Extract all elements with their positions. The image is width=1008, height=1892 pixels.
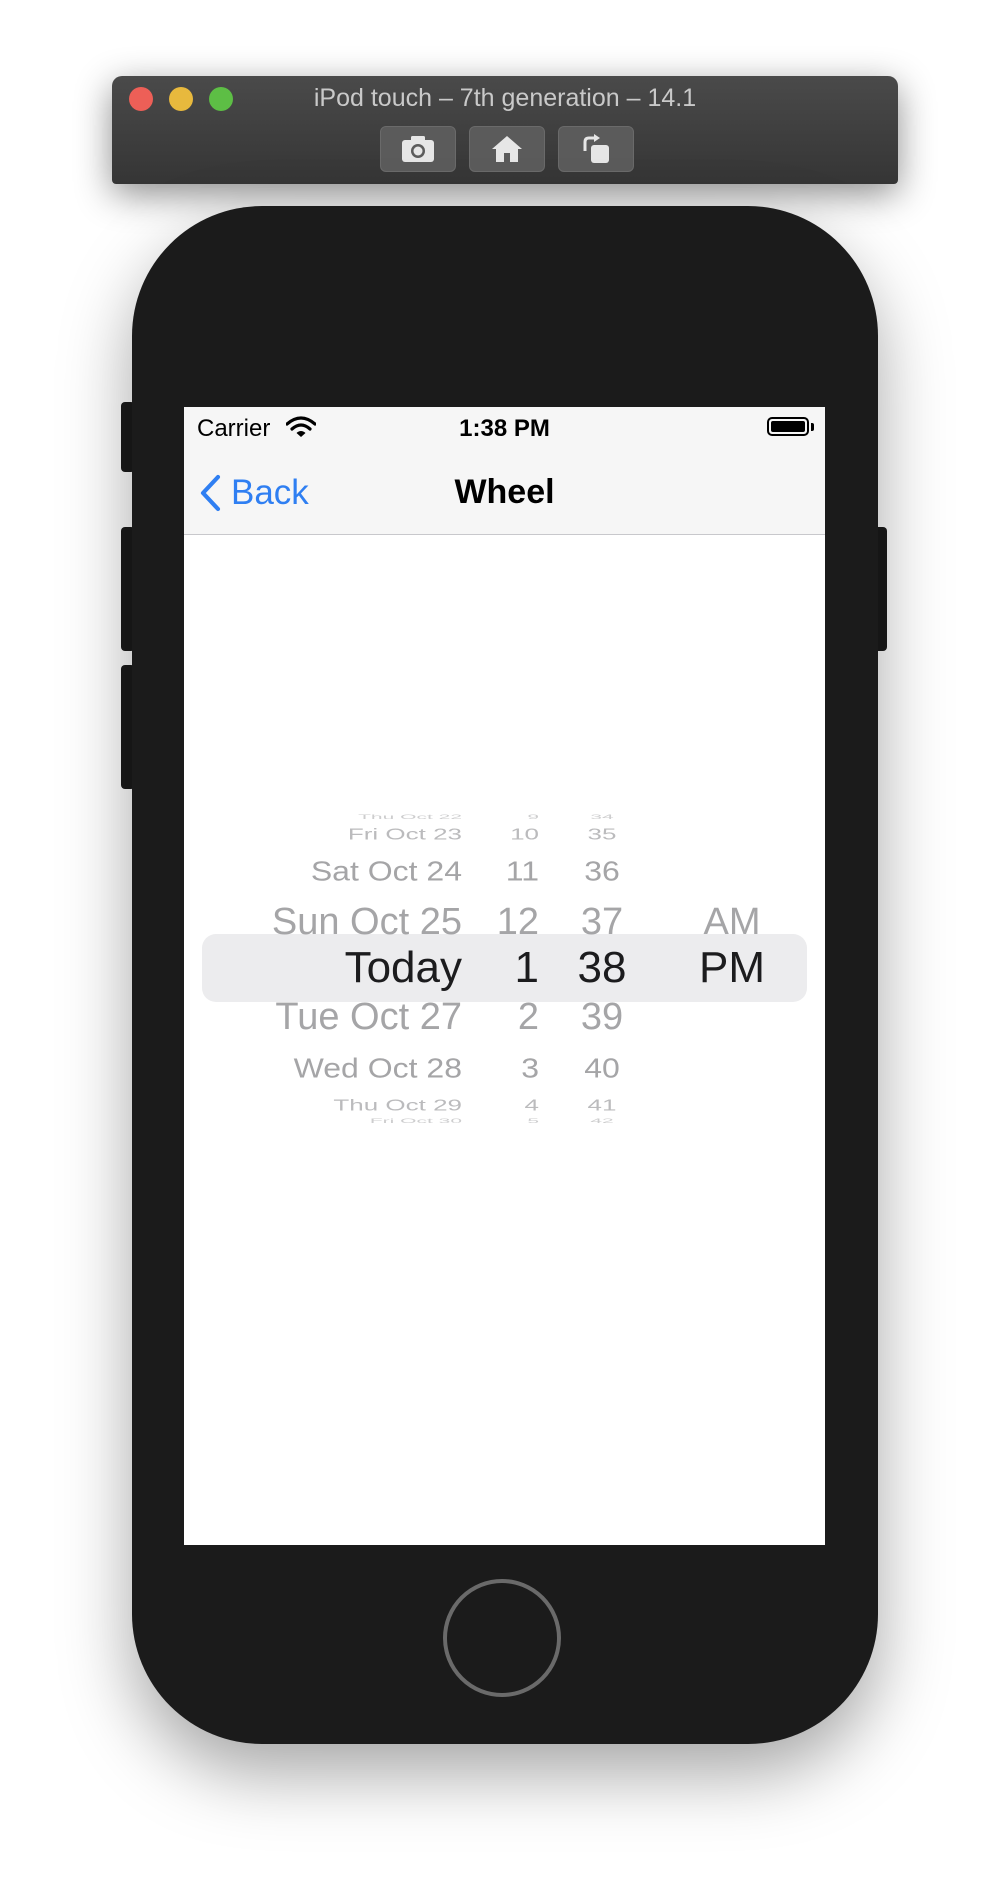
picker-minute-selected[interactable]: 38 <box>547 943 657 993</box>
page-title: Wheel <box>454 473 555 511</box>
picker-hour-selected[interactable]: 1 <box>462 943 547 993</box>
picker-minute-item[interactable]: 37 <box>547 897 657 947</box>
picker-date-item[interactable]: Tue Oct 27 <box>204 992 462 1042</box>
navigation-bar: Back Wheel <box>184 451 825 535</box>
picker-minute-item[interactable]: 39 <box>547 992 657 1042</box>
battery-icon <box>767 417 809 436</box>
status-time: 1:38 PM <box>459 415 550 442</box>
simulator-title-bar: iPod touch – 7th generation – 14.1 <box>112 76 898 184</box>
picker-hour-item[interactable]: 11 <box>462 850 547 893</box>
picker-hour-column[interactable]: 9 10 11 12 1 2 3 4 5 <box>462 793 547 1149</box>
picker-minute-item[interactable]: 36 <box>547 850 657 893</box>
picker-date-item[interactable]: Wed Oct 28 <box>204 1047 462 1090</box>
screenshot-icon <box>402 136 434 162</box>
screenshot-button[interactable] <box>380 126 456 172</box>
status-bar: Carrier 1:38 PM <box>184 407 825 451</box>
picker-date-column[interactable]: Thu Oct 22 Fri Oct 23 Sat Oct 24 Sun Oct… <box>204 793 462 1149</box>
picker-date-item[interactable]: Fri Oct 23 <box>204 819 462 850</box>
picker-hour-item[interactable]: 10 <box>462 819 547 850</box>
home-toolbar-button[interactable] <box>469 126 545 172</box>
picker-period-column[interactable]: AM PM <box>657 793 807 1149</box>
simulator-title: iPod touch – 7th generation – 14.1 <box>313 84 697 112</box>
rotate-icon <box>583 134 609 163</box>
battery-tip <box>811 423 814 431</box>
rotate-button[interactable] <box>558 126 634 172</box>
device-screen: Carrier 1:38 PM Back Wheel Thu Oct 22 Fr… <box>184 407 825 1545</box>
picker-hour-item[interactable]: 5 <box>462 1113 547 1129</box>
home-icon <box>492 136 522 162</box>
picker-date-selected[interactable]: Today <box>204 943 462 993</box>
picker-hour-item[interactable]: 3 <box>462 1047 547 1090</box>
picker-minute-item[interactable]: 35 <box>547 819 657 850</box>
picker-minute-column[interactable]: 34 35 36 37 38 39 40 41 42 <box>547 793 657 1149</box>
picker-date-item[interactable]: Sat Oct 24 <box>204 850 462 893</box>
date-time-wheel-picker[interactable]: Thu Oct 22 Fri Oct 23 Sat Oct 24 Sun Oct… <box>184 793 825 1149</box>
picker-hour-item[interactable]: 2 <box>462 992 547 1042</box>
picker-period-selected[interactable]: PM <box>657 943 807 993</box>
picker-date-item[interactable]: Fri Oct 30 <box>204 1113 462 1129</box>
picker-minute-item[interactable]: 42 <box>547 1113 657 1129</box>
picker-hour-item[interactable]: 12 <box>462 897 547 947</box>
picker-period-item[interactable]: AM <box>657 897 807 947</box>
home-button[interactable] <box>443 1579 561 1697</box>
picker-date-item[interactable]: Sun Oct 25 <box>204 897 462 947</box>
picker-minute-item[interactable]: 40 <box>547 1047 657 1090</box>
